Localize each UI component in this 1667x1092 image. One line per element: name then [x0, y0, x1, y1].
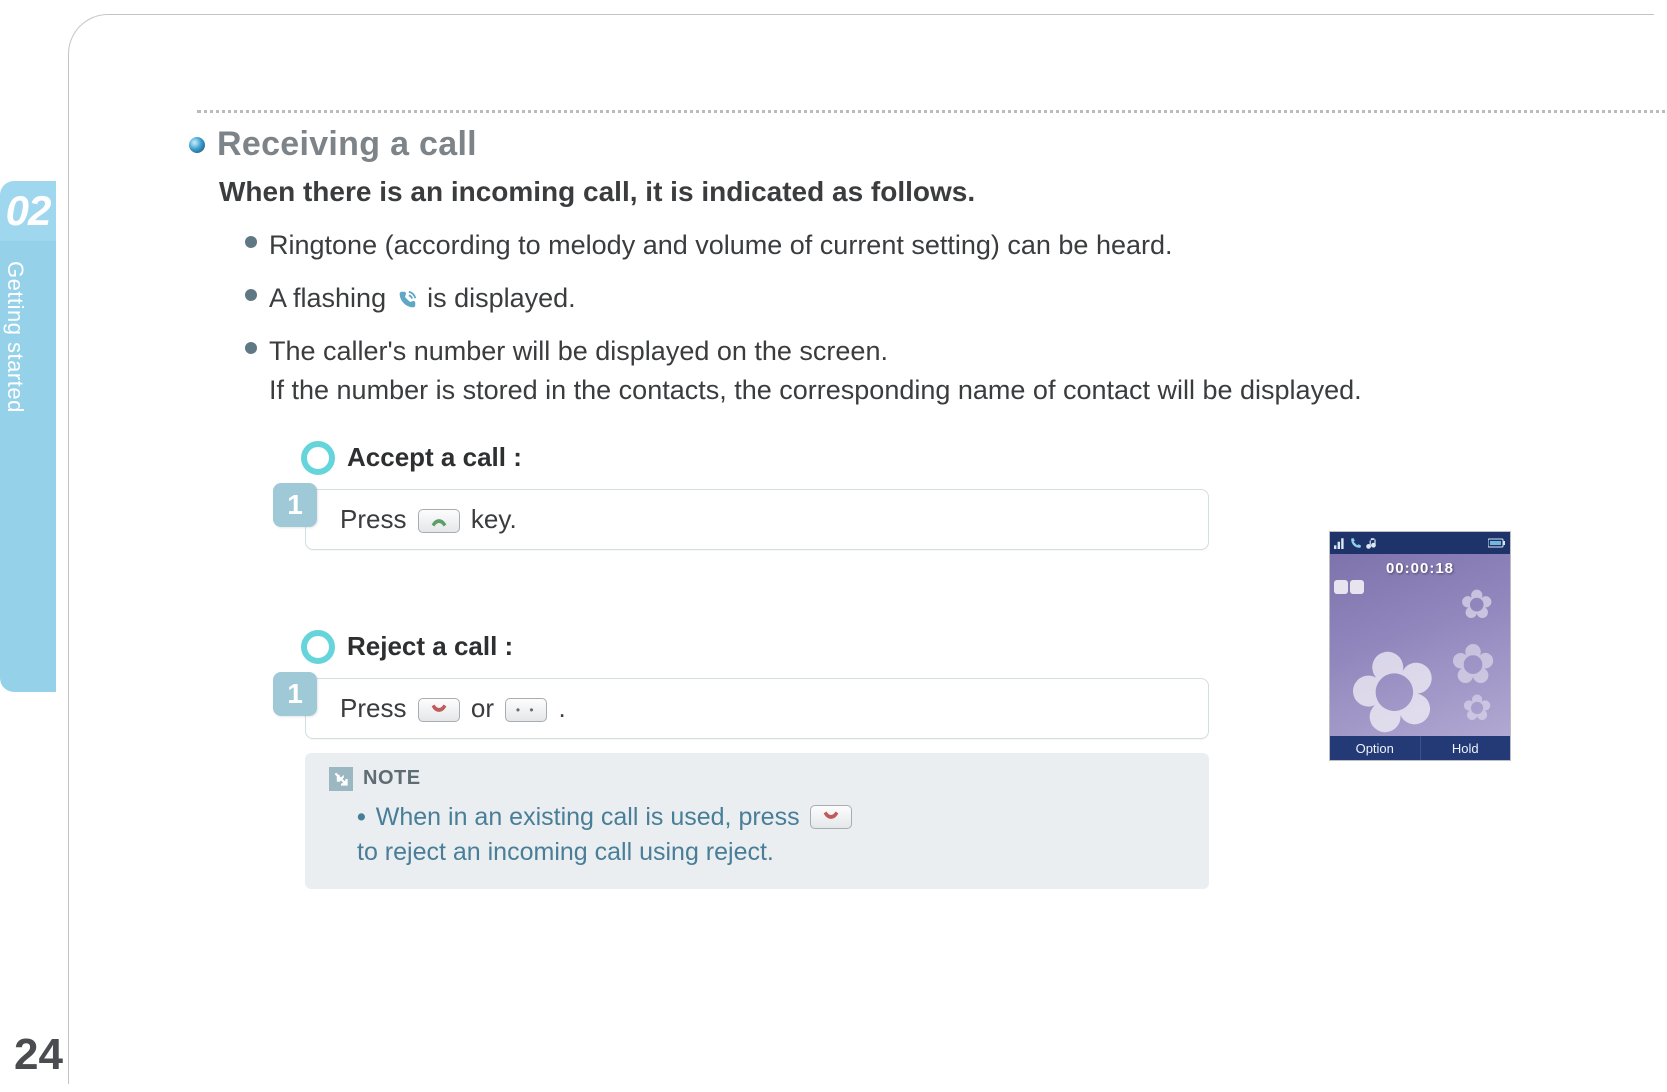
accept-title: Accept a call : [347, 442, 522, 473]
status-left-icons [1334, 537, 1378, 549]
softkey-right: Hold [1420, 736, 1511, 760]
dotted-divider [197, 110, 1667, 113]
bullet-list: Ringtone (according to melody and volume… [245, 226, 1667, 411]
incoming-call-icon [396, 289, 418, 311]
call-status-icon [1350, 537, 1362, 549]
side-key-icon [505, 698, 547, 722]
end-key-icon [810, 805, 852, 829]
accept-heading-row: Accept a call : [301, 441, 1219, 475]
reject-title: Reject a call : [347, 631, 513, 662]
note-text-post: to reject an incoming call using reject. [357, 838, 774, 867]
bullet-dot-icon [245, 236, 257, 248]
ring-bullet-icon [301, 441, 335, 475]
wallpaper-clover-icon: ✿ [1460, 582, 1494, 628]
end-key-icon [418, 698, 460, 722]
bullet-text-post: is displayed. [427, 283, 576, 313]
bullet-text: The caller's number will be displayed on… [269, 332, 1362, 410]
bullet-text-pre: A flashing [269, 283, 394, 313]
section-heading: Receiving a call [217, 125, 477, 164]
note-label: NOTE [363, 767, 421, 790]
reject-text-pre: Press [340, 693, 414, 723]
phone-softkey-bar: Option Hold [1330, 736, 1510, 760]
bullet-text: A flashing is displayed. [269, 279, 576, 318]
side-tab-label: Getting started [2, 261, 28, 413]
step-number-badge: 1 [273, 483, 317, 527]
bullet-dot-icon [245, 342, 257, 354]
mini-icon [1334, 580, 1348, 594]
accept-step-body: Press key. [305, 489, 1209, 550]
content-area: Receiving a call When there is an incomi… [189, 125, 1667, 889]
bullet-text-line2: If the number is stored in the contacts,… [269, 375, 1362, 405]
bullet-text: Ringtone (according to melody and volume… [269, 226, 1173, 265]
heading-bullet-icon [189, 137, 205, 153]
step-number-badge: 1 [273, 672, 317, 716]
send-key-icon [418, 509, 460, 533]
side-tab: Getting started [0, 241, 56, 692]
chapter-number-badge: 02 [0, 181, 56, 241]
reject-step-body: Press or . [305, 678, 1209, 739]
music-note-icon [1366, 537, 1378, 549]
battery-icon [1488, 538, 1506, 548]
note-text-pre: When in an existing call is used, press [376, 803, 800, 832]
phone-screenshot: 00:00:18 ✿ ✿ ✿ ✿ Option Hold [1329, 531, 1511, 761]
accept-step-card: 1 Press key. [279, 489, 1209, 550]
ring-bullet-icon [301, 630, 335, 664]
wallpaper-clover-icon: ✿ [1462, 687, 1492, 729]
signal-icon [1334, 537, 1346, 549]
bullet-text-line1: The caller's number will be displayed on… [269, 336, 888, 366]
note-bullet-icon: • [357, 803, 366, 832]
page-frame: Receiving a call When there is an incomi… [68, 14, 1654, 1084]
intro-text: When there is an incoming call, it is in… [219, 176, 1667, 208]
reject-heading-row: Reject a call : [301, 630, 1219, 664]
accept-text-post: key. [471, 504, 517, 534]
bullet-item: Ringtone (according to melody and volume… [245, 226, 1667, 265]
accept-text-pre: Press [340, 504, 414, 534]
phone-call-timer: 00:00:18 [1330, 560, 1510, 577]
page-number: 24 [14, 1030, 63, 1080]
bullet-item: The caller's number will be displayed on… [245, 332, 1667, 410]
note-body: • When in an existing call is used, pres… [357, 803, 1185, 867]
softkey-left: Option [1330, 736, 1420, 760]
reject-text-post: . [559, 693, 566, 723]
note-card: NOTE • When in an existing call is used,… [305, 753, 1209, 889]
phone-side-icons [1334, 580, 1364, 594]
reject-text-mid: or [471, 693, 501, 723]
reject-step-card: 1 Press or . [279, 678, 1209, 739]
mini-icon [1350, 580, 1364, 594]
note-arrow-icon [329, 767, 353, 791]
bullet-item: A flashing is displayed. [245, 279, 1667, 318]
bullet-dot-icon [245, 289, 257, 301]
status-right-icons [1488, 538, 1506, 548]
phone-status-bar [1330, 532, 1510, 554]
note-heading-row: NOTE [329, 767, 1185, 791]
section-heading-row: Receiving a call [189, 125, 1667, 164]
